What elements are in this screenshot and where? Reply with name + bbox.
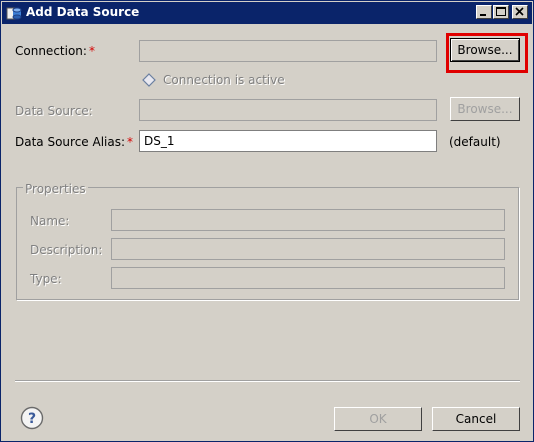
connection-input[interactable] <box>140 41 436 61</box>
alias-label-text: Data Source Alias: <box>15 135 126 149</box>
maximize-button[interactable] <box>493 5 509 19</box>
name-field[interactable] <box>111 209 505 231</box>
alias-label: Data Source Alias: * <box>15 135 133 149</box>
properties-group-title: Properties <box>23 182 88 196</box>
connection-field[interactable] <box>139 40 437 62</box>
help-icon[interactable]: ? <box>20 406 44 430</box>
add-data-source-dialog: Add Data Source Connection: * Browse... C… <box>0 0 534 442</box>
datasource-browse-button[interactable]: Browse... <box>450 97 520 121</box>
type-label: Type: <box>30 272 62 286</box>
connection-label: Connection: * <box>15 44 95 58</box>
connection-status: Connection is active <box>163 73 285 87</box>
minimize-icon <box>480 14 486 16</box>
name-label: Name: <box>30 214 70 228</box>
description-field[interactable] <box>111 238 505 260</box>
required-marker: * <box>127 135 134 149</box>
ok-button[interactable]: OK <box>334 407 422 431</box>
diamond-icon <box>142 73 156 87</box>
footer-separator <box>15 380 520 382</box>
close-icon <box>515 7 524 16</box>
connection-label-text: Connection: <box>15 44 87 58</box>
highlight-box <box>446 33 528 73</box>
datasource-field[interactable] <box>139 99 437 121</box>
required-marker: * <box>88 44 95 58</box>
cancel-button[interactable]: Cancel <box>432 407 520 431</box>
app-icon <box>6 5 22 21</box>
minimize-button[interactable] <box>476 5 492 19</box>
type-field[interactable] <box>111 267 505 289</box>
type-input[interactable] <box>112 268 504 288</box>
datasource-input[interactable] <box>140 100 436 120</box>
maximize-icon <box>496 7 506 16</box>
alias-default-label: (default) <box>449 135 501 149</box>
description-label: Description: <box>30 243 103 257</box>
close-button[interactable] <box>512 5 528 19</box>
description-input[interactable] <box>112 239 504 259</box>
alias-input[interactable] <box>140 131 436 151</box>
svg-text:?: ? <box>28 411 36 427</box>
alias-field[interactable] <box>139 130 437 152</box>
title-bar[interactable]: Add Data Source <box>2 2 532 24</box>
window-title: Add Data Source <box>26 5 140 19</box>
datasource-label: Data Source: <box>15 104 93 118</box>
name-input[interactable] <box>112 210 504 230</box>
